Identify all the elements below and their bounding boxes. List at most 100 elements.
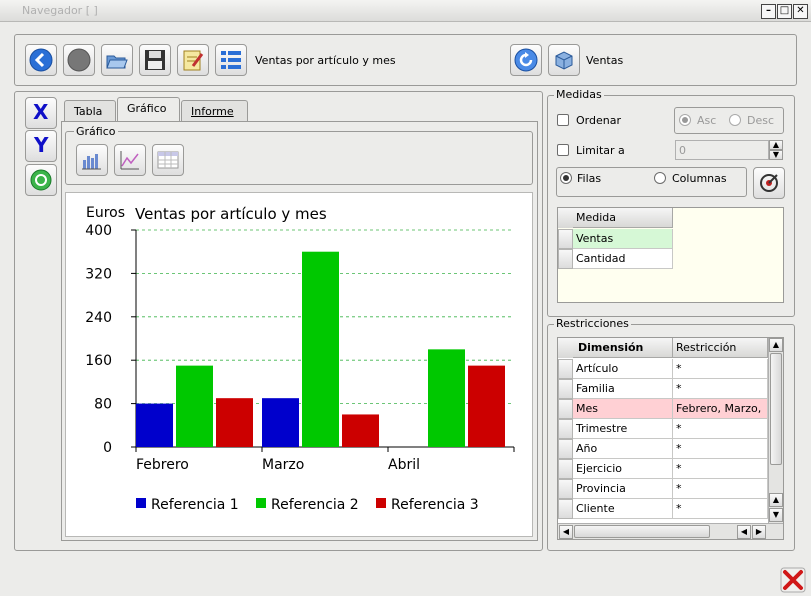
dimension-header[interactable]: Dimensión: [573, 338, 673, 358]
medida-row[interactable]: Cantidad: [573, 249, 673, 269]
y-tick-label: 160: [85, 353, 112, 369]
x-axis-button[interactable]: X: [25, 97, 57, 129]
swap-axes-button[interactable]: [25, 164, 57, 196]
scroll-up-button-2[interactable]: ▲: [769, 493, 783, 507]
chart-area: 0 80 160 240 320 400 Euros Ventas por artículo …: [65, 192, 533, 537]
scroll-left-button-2[interactable]: ◀: [737, 525, 751, 539]
dimension-cell[interactable]: Mes: [573, 399, 673, 419]
restriccion-cell[interactable]: *: [673, 379, 768, 399]
restriccion-row-header[interactable]: [558, 479, 573, 499]
bar-chart-button[interactable]: [76, 144, 108, 176]
scroll-up-button[interactable]: ▲: [769, 338, 783, 352]
restricciones-hscrollbar[interactable]: ◀ ◀ ▶: [558, 523, 783, 539]
legend-label: Referencia 3: [391, 497, 479, 513]
limit-up-button[interactable]: ▲: [769, 140, 783, 150]
chart-title: Ventas por artículo y mes: [135, 205, 327, 223]
dimension-cell[interactable]: Provincia: [573, 479, 673, 499]
y-axis-button[interactable]: Y: [25, 130, 57, 162]
scroll-right-button[interactable]: ▶: [752, 525, 766, 539]
asc-radio[interactable]: [679, 114, 691, 126]
restriccion-cell[interactable]: *: [673, 499, 768, 519]
bar-referencia-3: [216, 398, 253, 447]
x-tick-label: Marzo: [262, 457, 304, 473]
restriccion-row-header[interactable]: [558, 359, 573, 379]
open-button[interactable]: [101, 44, 133, 76]
save-button[interactable]: [139, 44, 171, 76]
y-tick-label: 80: [94, 397, 112, 413]
grafico-group-title: Gráfico: [74, 125, 118, 138]
medida-header[interactable]: Medida: [573, 208, 673, 228]
desc-radio[interactable]: [729, 114, 741, 126]
stop-icon: [67, 48, 91, 72]
close-navigator-button[interactable]: [780, 567, 806, 593]
hscroll-thumb[interactable]: [574, 525, 710, 538]
target-button[interactable]: [753, 167, 785, 199]
x-tick-label: Febrero: [136, 457, 189, 473]
cube-button[interactable]: [548, 44, 580, 76]
restriccion-row-header[interactable]: [558, 379, 573, 399]
limit-down-button[interactable]: ▼: [769, 150, 783, 160]
refresh-icon: [514, 48, 538, 72]
restriccion-header[interactable]: Restricción: [673, 338, 768, 358]
restriccion-row-header[interactable]: [558, 419, 573, 439]
restriccion-row-header[interactable]: [558, 459, 573, 479]
restricciones-vscrollbar[interactable]: ▲ ▲ ▼: [768, 338, 783, 523]
desc-label: Desc: [747, 114, 775, 127]
stop-button[interactable]: [63, 44, 95, 76]
restriccion-cell[interactable]: *: [673, 359, 768, 379]
restriccion-row-header[interactable]: [558, 499, 573, 519]
filas-radio[interactable]: [560, 172, 572, 184]
dimension-cell[interactable]: Artículo: [573, 359, 673, 379]
columnas-radio[interactable]: [654, 172, 666, 184]
tab-tabla[interactable]: Tabla: [64, 100, 116, 122]
restriccion-row-header[interactable]: [558, 399, 573, 419]
table-icon: [157, 151, 179, 169]
filas-label: Filas: [577, 172, 602, 185]
y-axis-label: Y: [34, 133, 49, 157]
refresh-button[interactable]: [510, 44, 542, 76]
legend-swatch: [136, 498, 146, 508]
y-tick-label: 320: [85, 266, 112, 282]
back-button[interactable]: [25, 44, 57, 76]
restriccion-cell[interactable]: *: [673, 479, 768, 499]
edit-button[interactable]: [177, 44, 209, 76]
dimension-cell[interactable]: Familia: [573, 379, 673, 399]
restriccion-row-header[interactable]: [558, 439, 573, 459]
legend-swatch: [256, 498, 266, 508]
x-tick-label: Abril: [388, 457, 420, 473]
line-chart-button[interactable]: [114, 144, 146, 176]
y-tick-label: 0: [103, 440, 112, 456]
restriccion-cell[interactable]: *: [673, 439, 768, 459]
limitar-checkbox[interactable]: [557, 144, 569, 156]
dimension-cell[interactable]: Trimestre: [573, 419, 673, 439]
scroll-left-button[interactable]: ◀: [559, 525, 573, 539]
tab-grafico[interactable]: Gráfico: [117, 97, 180, 122]
limit-spinbox[interactable]: 0: [675, 140, 769, 160]
asc-label: Asc: [697, 114, 717, 127]
dimension-cell[interactable]: Año: [573, 439, 673, 459]
medida-row[interactable]: Ventas: [573, 229, 673, 249]
limitar-label: Limitar a: [576, 144, 625, 157]
cube-label: Ventas: [586, 54, 624, 67]
table-chart-button[interactable]: [152, 144, 184, 176]
toolbar-panel: Ventas por artículo y mes Ventas: [14, 34, 797, 86]
restriccion-cell[interactable]: *: [673, 419, 768, 439]
dimension-cell[interactable]: Cliente: [573, 499, 673, 519]
scroll-down-button[interactable]: ▼: [769, 508, 783, 522]
dimension-cell[interactable]: Ejercicio: [573, 459, 673, 479]
list-button[interactable]: [215, 44, 247, 76]
minimize-button[interactable]: –: [761, 4, 776, 19]
medida-row-header[interactable]: [558, 229, 573, 249]
medida-row-header[interactable]: [558, 249, 573, 269]
restriccion-cell[interactable]: *: [673, 459, 768, 479]
ordenar-checkbox[interactable]: [557, 114, 569, 126]
close-window-button[interactable]: ✕: [793, 4, 808, 19]
back-arrow-icon: [29, 48, 53, 72]
restriccion-cell[interactable]: Febrero, Marzo,: [673, 399, 768, 419]
medida-corner: [558, 208, 573, 228]
bar-chart-icon: [82, 154, 101, 170]
vscroll-thumb[interactable]: [770, 353, 782, 465]
tab-informe[interactable]: Informe: [181, 100, 248, 122]
restricciones-corner: [558, 338, 573, 358]
maximize-button[interactable]: □: [777, 4, 792, 19]
